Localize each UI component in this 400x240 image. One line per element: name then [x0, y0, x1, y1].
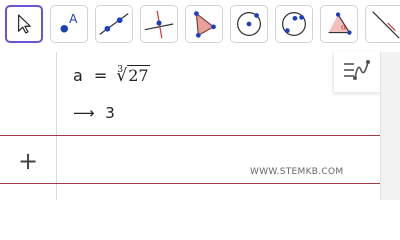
- circle-center-point-tool-button[interactable]: [230, 5, 268, 43]
- cube-root: 3 √27: [116, 65, 150, 86]
- add-input-button[interactable]: +: [17, 149, 39, 173]
- perpendicular-line-tool-button[interactable]: [140, 5, 178, 43]
- circle-three-points-icon: [282, 12, 306, 36]
- row-separator: [0, 135, 380, 136]
- polygon-icon: [194, 11, 216, 38]
- angle-tool-label: α: [341, 23, 347, 33]
- watermark-text: WWW.STEMKB.COM: [250, 167, 344, 177]
- angle-icon: α: [328, 12, 352, 35]
- expression-operator: =: [93, 66, 108, 85]
- reflect-line-icon: [372, 11, 400, 39]
- algebra-result: ⟶ 3: [73, 104, 115, 122]
- expression-variable: a: [73, 66, 83, 85]
- reflect-tool-button[interactable]: [365, 5, 400, 43]
- perpendicular-line-icon: [144, 10, 174, 39]
- polygon-tool-button[interactable]: [185, 5, 223, 43]
- line-tool-button[interactable]: [95, 5, 133, 43]
- root-index: 3: [117, 65, 124, 75]
- point-tool-label: A: [69, 12, 78, 26]
- line-icon: [99, 13, 129, 35]
- result-arrow-icon: ⟶: [73, 104, 95, 122]
- cursor-arrow-icon: [18, 14, 31, 34]
- algebra-style-button[interactable]: [333, 52, 380, 93]
- algebra-description-icon: [344, 60, 370, 80]
- algebra-view: a = 3 √27 ⟶ 3 + WWW.STEMKB.COM: [0, 52, 380, 200]
- angle-tool-button[interactable]: α: [320, 5, 358, 43]
- toolbar: A α: [0, 0, 400, 52]
- input-row-separator: [0, 183, 380, 184]
- vertical-scrollbar[interactable]: [380, 52, 400, 200]
- move-tool-button[interactable]: [5, 5, 43, 43]
- point-tool-button[interactable]: A: [50, 5, 88, 43]
- result-value: 3: [105, 104, 115, 122]
- algebra-expression[interactable]: a = 3 √27: [73, 65, 150, 86]
- circle-three-points-tool-button[interactable]: [275, 5, 313, 43]
- algebra-gutter: [0, 52, 57, 200]
- point-icon: A: [60, 12, 78, 33]
- radicand: 27: [127, 65, 150, 85]
- circle-with-center-icon: [237, 12, 261, 36]
